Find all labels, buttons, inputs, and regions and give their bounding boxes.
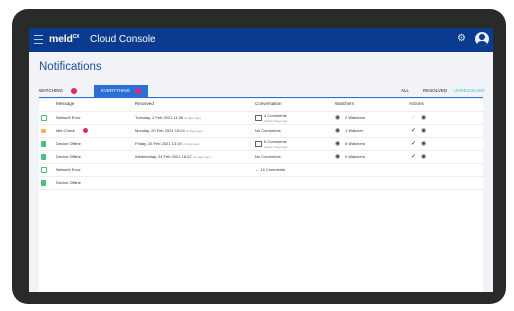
eye-icon: ◉ (335, 141, 341, 147)
row-received: Tuesday, 2 Feb 2021 11:36 (2 days ago) (135, 115, 201, 120)
page-title: Notifications (39, 61, 102, 73)
tabs-underline (39, 97, 483, 98)
table-row[interactable]: Device Offline Friday, 26 Feb 2021 13:15… (39, 137, 483, 150)
row-message: Network Error (56, 167, 81, 172)
received-ago: (4 days ago) (182, 142, 200, 146)
col-received: Received (135, 101, 154, 106)
network-icon (41, 167, 47, 173)
received-ago: (11 days ago) (192, 155, 211, 159)
brand-suffix: CX (72, 34, 80, 40)
row-received: Wednesday, 24 Feb 2021 16:22 (11 days ag… (135, 154, 211, 159)
row-conversation: 4 Comments Latest 9 days ago (264, 113, 288, 123)
tab-watching[interactable]: WATCHING 1 (39, 85, 77, 97)
filter-all[interactable]: ALL (401, 88, 409, 93)
tab-everything-label: EVERYTHING (101, 88, 131, 93)
col-watchers: Watchers (335, 101, 354, 106)
watch-eye-icon[interactable]: ◉ (421, 114, 426, 121)
tab-everything[interactable]: EVERYTHING 6 (94, 85, 148, 97)
user-avatar-icon[interactable] (475, 32, 489, 46)
table-row[interactable]: Network Error Tuesday, 2 Feb 2021 11:36 … (39, 111, 483, 124)
received-date: Tuesday, 2 Feb 2021 11:36 (135, 115, 184, 120)
resolve-check-icon[interactable]: ✓ (411, 114, 416, 121)
resolve-check-icon[interactable]: ✓ (411, 140, 416, 147)
col-message: Message (56, 101, 75, 106)
table-row[interactable]: Device Offline (39, 176, 483, 189)
received-date: Friday, 26 Feb 2021 13:15 (135, 141, 182, 146)
message-badge (82, 128, 88, 134)
col-conversation: Conversation (255, 101, 282, 106)
row-message: Idle Check (56, 128, 88, 134)
received-ago: (2 days ago) (184, 116, 201, 120)
collapse-chevron-icon[interactable]: ⌄ (255, 167, 259, 173)
eye-icon: ◉ (335, 154, 341, 160)
table-divider (39, 189, 483, 190)
eye-icon: ◉ (335, 115, 341, 121)
row-message: Network Error (56, 115, 81, 120)
app-title: Cloud Console (90, 34, 156, 45)
filter-unresolved[interactable]: UNRESOLVED (454, 88, 485, 93)
comment-icon (255, 141, 262, 147)
row-conversation: 6 Comments Latest 4 days ago (264, 139, 288, 149)
settings-icon[interactable]: ⚙ (457, 34, 467, 44)
watch-eye-icon[interactable]: ◉ (421, 140, 426, 147)
row-received: Friday, 26 Feb 2021 13:15 (4 days ago) (135, 141, 199, 146)
row-conversation: No Comments (255, 154, 281, 159)
tab-everything-badge: 6 (135, 87, 142, 94)
received-ago: (4 days ago) (185, 129, 203, 133)
received-date: Monday, 20 Feb 2021 10:04 (135, 128, 185, 133)
brand-name: meld (49, 33, 73, 45)
row-conversation: No Comments (255, 128, 281, 133)
conversation-latest: Latest 9 days ago (264, 119, 288, 123)
row-conversation: ⌄ 14 Comments (255, 167, 285, 173)
col-actions: Actions (409, 101, 424, 106)
comment-icon (255, 115, 262, 121)
screen: meldCX Cloud Console ⚙ Notifications WAT… (29, 28, 493, 292)
row-message: Device Offline (56, 154, 81, 159)
watch-eye-icon[interactable]: ◉ (421, 127, 426, 134)
row-watchers: 6 Watchers (345, 141, 366, 146)
eye-icon: ◉ (335, 128, 341, 134)
conversation-count: 6 Comments (264, 139, 287, 144)
device-icon (41, 180, 46, 186)
table-row[interactable]: Device Offline Wednesday, 24 Feb 2021 16… (39, 150, 483, 163)
conversation-count: 4 Comments (264, 113, 287, 118)
conversation-count: 14 Comments (260, 167, 286, 172)
menu-icon[interactable] (34, 35, 43, 44)
resolve-check-icon[interactable]: ✓ (411, 127, 416, 134)
tabs: WATCHING 1 EVERYTHING 6 ALL RESOLVED UNRES… (39, 85, 485, 98)
resolve-check-icon[interactable]: ✓ (411, 153, 416, 160)
message-text: Idle Check (56, 128, 75, 133)
row-received: Monday, 20 Feb 2021 10:04 (4 days ago) (135, 128, 203, 133)
row-watchers: 0 Watchers (345, 154, 366, 159)
row-watchers: 2 Watchers (345, 115, 366, 120)
table-row[interactable]: Idle Check Monday, 20 Feb 2021 10:04 (4 … (39, 124, 483, 137)
tab-watching-badge: 1 (71, 87, 77, 94)
watch-eye-icon[interactable]: ◉ (421, 153, 426, 160)
row-watchers: 1 Watcher (345, 128, 364, 133)
row-message: Device Offline (56, 180, 81, 185)
app-bar: meldCX Cloud Console ⚙ (29, 28, 493, 52)
mail-icon (41, 129, 46, 133)
conversation-latest: Latest 4 days ago (264, 145, 288, 149)
row-message: Device Offline (56, 141, 81, 146)
device-icon (41, 141, 46, 147)
notifications-table: Message Received Conversation Watchers A… (39, 99, 483, 292)
brand: meldCX (49, 33, 79, 45)
filter-resolved[interactable]: RESOLVED (423, 88, 447, 93)
tab-watching-label: WATCHING (39, 88, 63, 93)
network-icon (41, 115, 47, 121)
received-date: Wednesday, 24 Feb 2021 16:22 (135, 154, 192, 159)
table-row[interactable]: Network Error ⌄ 14 Comments (39, 163, 483, 176)
device-icon (41, 154, 46, 160)
